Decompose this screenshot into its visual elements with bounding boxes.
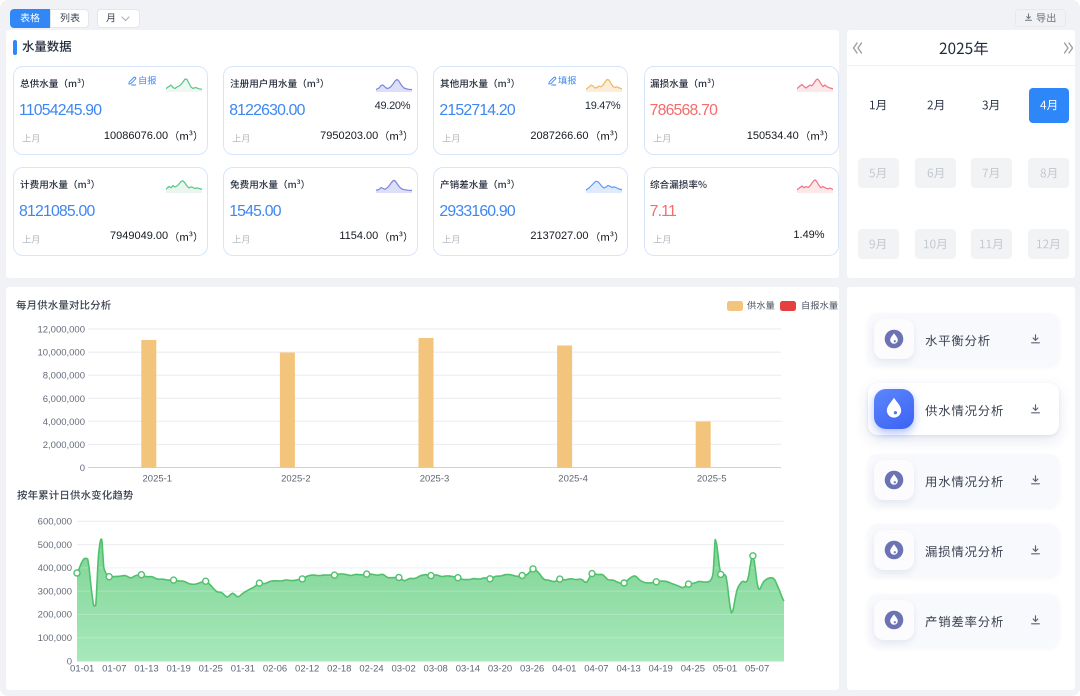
svg-text:04-07: 04-07: [584, 664, 608, 675]
svg-text:01-19: 01-19: [166, 664, 190, 675]
svg-text:05-01: 05-01: [713, 664, 737, 675]
svg-text:600,000: 600,000: [38, 517, 72, 528]
svg-text:02-06: 02-06: [263, 664, 287, 675]
svg-text:03-14: 03-14: [456, 664, 480, 675]
svg-text:500,000: 500,000: [38, 540, 72, 551]
svg-text:03-26: 03-26: [520, 664, 544, 675]
svg-text:04-19: 04-19: [649, 664, 673, 675]
svg-text:01-25: 01-25: [199, 664, 223, 675]
svg-text:300,000: 300,000: [38, 586, 72, 597]
svg-text:01-13: 01-13: [134, 664, 158, 675]
svg-text:03-20: 03-20: [488, 664, 512, 675]
svg-text:400,000: 400,000: [38, 563, 72, 574]
svg-text:04-25: 04-25: [681, 664, 705, 675]
svg-text:200,000: 200,000: [38, 610, 72, 621]
svg-text:02-12: 02-12: [295, 664, 319, 675]
svg-text:03-02: 03-02: [391, 664, 415, 675]
svg-text:03-08: 03-08: [424, 664, 448, 675]
svg-text:05-07: 05-07: [745, 664, 769, 675]
svg-text:01-01: 01-01: [70, 664, 94, 675]
svg-text:02-24: 02-24: [359, 664, 383, 675]
svg-text:01-07: 01-07: [102, 664, 126, 675]
svg-text:01-31: 01-31: [231, 664, 255, 675]
svg-text:02-18: 02-18: [327, 664, 351, 675]
svg-text:100,000: 100,000: [38, 633, 72, 644]
svg-text:04-01: 04-01: [552, 664, 576, 675]
svg-text:04-13: 04-13: [616, 664, 640, 675]
